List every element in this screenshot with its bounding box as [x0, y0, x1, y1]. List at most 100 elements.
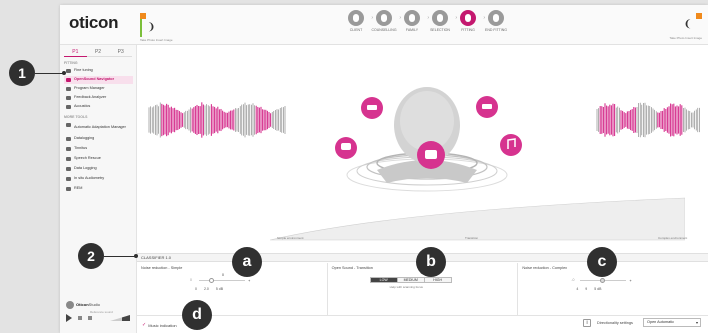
right-flag-icon [696, 13, 702, 19]
play-icon[interactable] [66, 314, 72, 322]
oticon-logo: oticon [69, 13, 119, 32]
slider-ticks: 0 2.0 5 dB [195, 287, 255, 291]
simple-environment-label: Simple environment [277, 236, 304, 240]
noise-reduction-complex-slider[interactable]: 0 -0 + 4 9 5 dB [571, 273, 640, 301]
tick: 4 [576, 287, 579, 291]
plus-icon[interactable]: + [629, 278, 631, 283]
plus-icon[interactable]: + [248, 278, 250, 283]
tab-p3[interactable]: P3 [109, 48, 133, 57]
sidebar-item-label: Data Logging [74, 166, 97, 171]
step-counselling[interactable]: COUNSELLING › [370, 10, 401, 40]
top-bar: oticon ❩ Take Photo Insert Image CLIENT ›… [60, 5, 708, 45]
sidebar-item-label: Fine tuning [74, 68, 93, 73]
sidebar-item-opensound-navigator[interactable]: OpenSound Navigator [64, 76, 133, 84]
sidebar-item-fine-tuning[interactable]: Fine tuning [64, 67, 133, 75]
sidebar-item-label: Automatic Adaptation Manager [74, 124, 126, 129]
program-manager-icon [66, 87, 71, 91]
callout-1-dot [62, 71, 66, 75]
left-hearing-aid[interactable]: ❩ Take Photo Insert Image [140, 13, 188, 42]
tick: 9 [585, 287, 588, 291]
listener-scene [335, 87, 522, 192]
right-caption: Take Photo Insert Image [669, 36, 702, 40]
rem-icon [66, 187, 71, 191]
sidebar-item-acoustics[interactable]: Acoustics [64, 103, 133, 111]
step-icon [460, 10, 476, 26]
left-caption: Take Photo Insert Image [140, 38, 173, 42]
sidebar-item-tinnitus[interactable]: Tinnitus [64, 145, 133, 153]
callout-2-dot [134, 254, 138, 258]
studio-logo-icon [66, 301, 74, 309]
connection-indicator [140, 19, 142, 37]
sidebar-item-datalogging[interactable]: Datalogging [64, 135, 133, 143]
sidebar-item-in-situ-audiometry[interactable]: In situ Audiometry [64, 175, 133, 183]
segment-low[interactable]: LOW [370, 278, 398, 282]
sidebar-item-data-logging[interactable]: Data Logging [64, 165, 133, 173]
sidebar-item-adaptation-manager[interactable]: Automatic Adaptation Manager [64, 121, 133, 133]
sidebar-item-label: Speech Rescue [74, 156, 101, 161]
segment-medium[interactable]: MEDIUM [397, 278, 425, 282]
step-family[interactable]: FAMILY › [398, 10, 429, 40]
tab-p2[interactable]: P2 [86, 48, 110, 57]
volume-icon[interactable] [110, 315, 130, 321]
step-fitting[interactable]: FITTING › [454, 10, 485, 40]
step-icon [376, 10, 392, 26]
record-icon[interactable] [88, 316, 92, 320]
info-button[interactable]: i [583, 319, 591, 327]
left-waveform [148, 102, 286, 138]
segment-control[interactable]: LOW MEDIUM HIGH [369, 277, 452, 283]
sidebar-item-label: Acoustics [74, 104, 91, 109]
sidebar: P1 P2 P3 FITTING Fine tuning OpenSound N… [60, 45, 137, 333]
step-selection[interactable]: SELECTION › [426, 10, 457, 40]
sidebar-item-label: Datalogging [74, 136, 95, 141]
sidebar-item-label: In situ Audiometry [74, 176, 105, 181]
sidebar-item-feedback-analyzer[interactable]: Feedback Analyzer [64, 94, 133, 102]
step-client[interactable]: CLIENT › [342, 10, 373, 40]
music-label: Music indication [148, 322, 177, 328]
segment-high[interactable]: HIGH [424, 278, 451, 282]
tick: 0 [195, 287, 197, 291]
step-icon [488, 10, 504, 26]
stop-icon[interactable] [78, 316, 82, 320]
oticon-studio-panel: OticonStudio Reference sound [66, 301, 132, 331]
panel-title: Open Sound - Transition [331, 266, 373, 270]
noise-reduction-simple-slider[interactable]: 0 0 + 0 2.0 5 dB [190, 273, 259, 301]
music-indication-checkbox[interactable]: ✓ Music indication [142, 322, 177, 328]
sidebar-item-label: REM [74, 186, 83, 191]
help-text: Help with scanning focus [389, 285, 423, 289]
feedback-icon [66, 96, 71, 100]
sidebar-item-label: Program Manager [74, 86, 105, 91]
sidebar-item-speech-rescue[interactable]: Speech Rescue [64, 155, 133, 163]
data-logging-icon [66, 167, 71, 171]
step-icon [348, 10, 364, 26]
slider-knob[interactable] [600, 278, 606, 283]
tab-p1[interactable]: P1 [64, 48, 87, 57]
slider-ticks: 4 9 5 dB [576, 287, 636, 291]
acoustics-icon [66, 105, 71, 109]
step-label: CLIENT [349, 28, 363, 32]
step-label: COUNSELLING [371, 28, 397, 32]
sidebar-item-rem[interactable]: REM [64, 185, 133, 193]
callout-d: d [182, 300, 212, 330]
panel-title: Noise reduction - Complex [522, 266, 568, 270]
tinnitus-icon [66, 147, 71, 151]
left-ear-icon: ❩ [147, 22, 156, 33]
directionality-select[interactable]: Open Automatic ▾ [643, 318, 701, 327]
callout-c: c [587, 247, 617, 277]
chevron-down-icon: ▾ [695, 320, 698, 325]
datalogging-icon [66, 137, 71, 141]
step-icon [432, 10, 448, 26]
step-label: FAMILY [405, 28, 419, 32]
right-hearing-aid[interactable]: ❨ Take Photo Insert Image [669, 13, 702, 41]
callout-2-line [104, 256, 136, 257]
navigator-icon [66, 78, 71, 82]
step-end-fitting[interactable]: END FITTING [482, 10, 510, 40]
fine-tuning-icon [66, 69, 71, 73]
audiometry-icon [66, 177, 71, 181]
sidebar-item-program-manager[interactable]: Program Manager [64, 85, 133, 93]
right-waveform [596, 102, 700, 138]
step-label: END FITTING [485, 28, 507, 32]
tick: 5 dB [215, 287, 224, 291]
slider-knob[interactable] [209, 278, 214, 283]
callout-a: a [232, 247, 262, 277]
sidebar-item-label: Tinnitus [74, 146, 88, 151]
